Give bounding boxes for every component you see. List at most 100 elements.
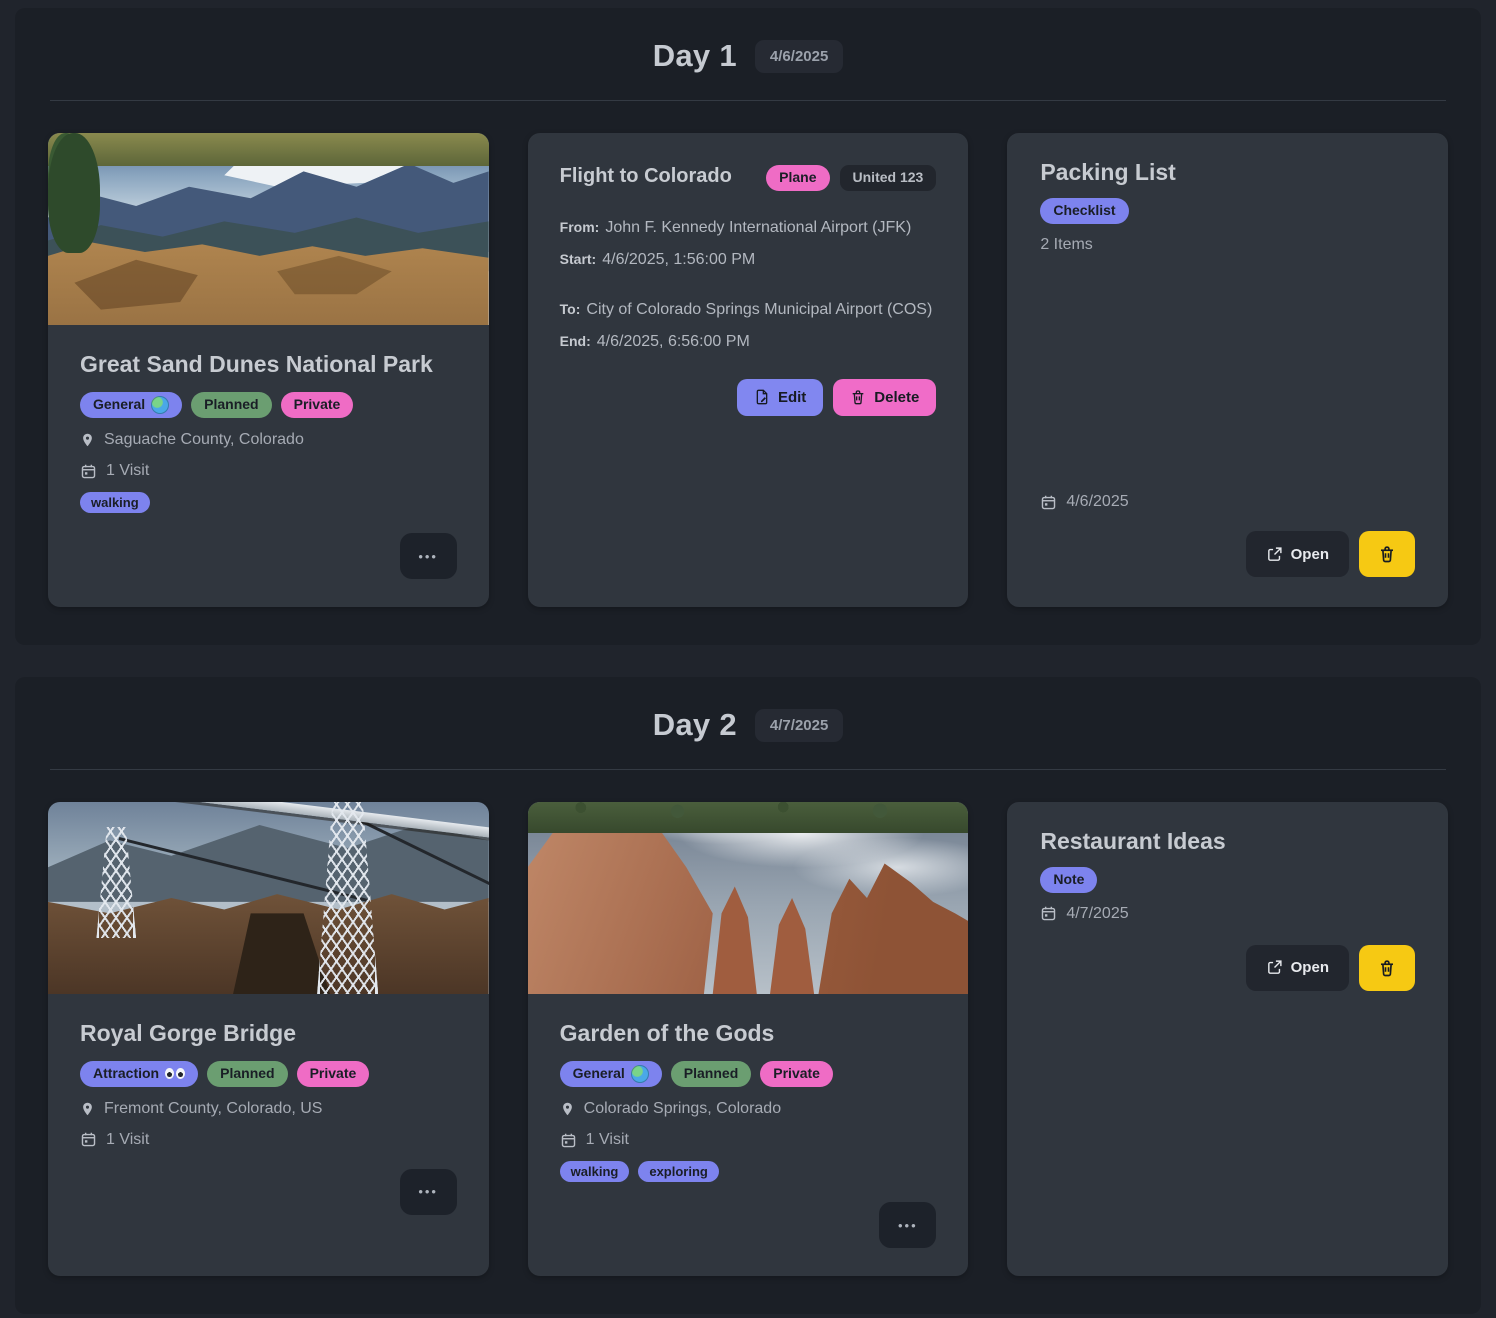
open-button[interactable]: Open	[1246, 531, 1349, 577]
category-badge: General	[80, 392, 182, 418]
checklist-actions: Open	[1040, 531, 1415, 577]
spacer	[1040, 991, 1415, 1247]
calendar-icon	[80, 463, 97, 480]
visibility-badge: Private	[297, 1061, 370, 1087]
calendar-icon	[1040, 905, 1057, 922]
checklist-type-badge: Checklist	[1040, 198, 1128, 224]
day-date-badge: 4/7/2025	[755, 709, 843, 742]
note-badges: Note	[1040, 867, 1415, 893]
place-card-royal-gorge-bridge: Royal Gorge Bridge Attraction Planned Pr…	[48, 802, 489, 1276]
visits-row: 1 Visit	[560, 1131, 937, 1149]
from-value: John F. Kennedy International Airport (J…	[605, 219, 911, 236]
bridge-tower-layer	[317, 802, 379, 994]
open-label: Open	[1291, 546, 1329, 563]
ellipsis-icon: •••	[418, 549, 438, 564]
place-badges: Attraction Planned Private	[80, 1061, 457, 1087]
place-badges: General Planned Private	[560, 1061, 937, 1087]
category-badge: Attraction	[80, 1061, 198, 1087]
open-label: Open	[1291, 959, 1329, 976]
trash-icon	[850, 389, 866, 405]
day-1-section: Day 1 4/6/2025 Great Sand Dunes National…	[15, 8, 1481, 645]
note-date-row: 4/7/2025	[1040, 905, 1415, 923]
flight-from-row: From: John F. Kennedy International Airpo…	[560, 219, 937, 237]
place-title: Great Sand Dunes National Park	[80, 351, 457, 378]
end-value: 4/6/2025, 6:56:00 PM	[597, 333, 750, 350]
checklist-title: Packing List	[1040, 159, 1415, 186]
flight-card: Flight to Colorado Plane United 123 From…	[528, 133, 969, 607]
edit-icon	[754, 389, 770, 405]
status-badge: Planned	[671, 1061, 751, 1087]
note-date: 4/7/2025	[1066, 905, 1128, 923]
open-button[interactable]: Open	[1246, 945, 1349, 991]
ellipsis-icon: •••	[418, 1184, 438, 1199]
external-link-icon	[1266, 959, 1283, 976]
place-card-body: Garden of the Gods General Planned Priva…	[528, 994, 969, 1276]
tree-layer	[48, 133, 100, 253]
visits-text: 1 Visit	[106, 1131, 149, 1149]
place-badges: General Planned Private	[80, 392, 457, 418]
start-label: Start:	[560, 251, 597, 267]
delete-button[interactable]: Delete	[833, 379, 936, 416]
flight-actions: Edit Delete	[560, 379, 937, 416]
location-pin-icon	[560, 1100, 575, 1118]
flight-badges: Plane United 123	[766, 165, 936, 191]
flight-title: Flight to Colorado	[560, 165, 732, 188]
spacer	[1040, 254, 1415, 481]
day-divider	[50, 769, 1446, 770]
more-options-button[interactable]: •••	[400, 533, 457, 579]
place-tags: walking exploring	[560, 1161, 937, 1182]
category-badge-label: General	[573, 1065, 625, 1083]
day-1-cards: Great Sand Dunes National Park General P…	[15, 133, 1481, 607]
day-title: Day 2	[653, 707, 737, 743]
location-pin-icon	[80, 1100, 95, 1118]
visits-text: 1 Visit	[106, 462, 149, 480]
more-options-button[interactable]: •••	[879, 1202, 936, 1248]
location-text: Saguache County, Colorado	[104, 431, 304, 449]
flight-card-body: Flight to Colorado Plane United 123 From…	[528, 133, 969, 607]
flight-number-badge: United 123	[840, 165, 937, 191]
status-badge: Planned	[207, 1061, 287, 1087]
place-photo-royal-gorge-bridge	[48, 802, 489, 994]
to-value: City of Colorado Springs Municipal Airpo…	[586, 301, 932, 318]
location-row: Fremont County, Colorado, US	[80, 1100, 457, 1118]
day-2-header: Day 2 4/7/2025	[15, 707, 1481, 743]
location-text: Colorado Springs, Colorado	[584, 1100, 781, 1118]
globe-icon	[151, 396, 169, 414]
place-photo-great-sand-dunes	[48, 133, 489, 325]
checklist-date: 4/6/2025	[1066, 493, 1128, 511]
place-card-garden-of-the-gods: Garden of the Gods General Planned Priva…	[528, 802, 969, 1276]
place-card-great-sand-dunes: Great Sand Dunes National Park General P…	[48, 133, 489, 607]
visits-row: 1 Visit	[80, 462, 457, 480]
items-count-text: 2 Items	[1040, 236, 1092, 254]
end-label: End:	[560, 333, 591, 349]
more-options-button[interactable]: •••	[400, 1169, 457, 1215]
checklist-badges: Checklist	[1040, 198, 1415, 224]
day-2-section: Day 2 4/7/2025 Royal Gorge Bridge Attrac…	[15, 677, 1481, 1314]
checklist-date-row: 4/6/2025	[1040, 493, 1415, 511]
checklist-card-packing-list: Packing List Checklist 2 Items 4/6/2025 …	[1007, 133, 1448, 607]
checklist-card-body: Packing List Checklist 2 Items 4/6/2025 …	[1007, 133, 1448, 607]
category-badge-label: General	[93, 396, 145, 414]
visibility-badge: Private	[281, 392, 354, 418]
category-badge: General	[560, 1061, 662, 1087]
flight-header: Flight to Colorado Plane United 123	[560, 161, 937, 191]
note-type-badge: Note	[1040, 867, 1097, 893]
place-card-body: Great Sand Dunes National Park General P…	[48, 325, 489, 607]
ellipsis-icon: •••	[898, 1218, 918, 1233]
day-date-badge: 4/6/2025	[755, 40, 843, 73]
transport-mode-badge: Plane	[766, 165, 829, 191]
items-count-row: 2 Items	[1040, 236, 1415, 254]
flight-end-row: End: 4/6/2025, 6:56:00 PM	[560, 333, 937, 351]
note-actions: Open	[1040, 945, 1415, 991]
delete-checklist-button[interactable]	[1359, 531, 1415, 577]
from-label: From:	[560, 219, 600, 235]
status-badge: Planned	[191, 392, 271, 418]
to-label: To:	[560, 301, 581, 317]
calendar-icon	[560, 1132, 577, 1149]
edit-label: Edit	[778, 389, 806, 406]
edit-button[interactable]: Edit	[737, 379, 823, 416]
note-title: Restaurant Ideas	[1040, 828, 1415, 855]
delete-note-button[interactable]	[1359, 945, 1415, 991]
day-1-header: Day 1 4/6/2025	[15, 38, 1481, 74]
trash-icon	[1378, 959, 1396, 977]
